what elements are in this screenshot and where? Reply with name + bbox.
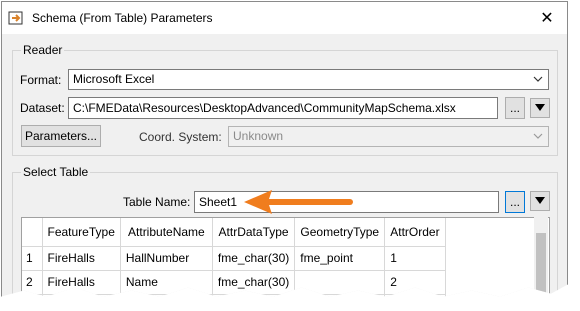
triangle-down-icon [535,197,545,204]
cell-attributename[interactable] [120,294,213,297]
table-row[interactable]: 1 FireHalls HallNumber fme_char(30) fme_… [22,246,446,271]
table-name-value: Sheet1 [199,195,238,209]
coord-system-select[interactable]: Unknown [228,126,549,147]
orange-arrow-annotation [244,190,353,214]
parameters-button-label: Parameters... [24,129,98,143]
format-select[interactable]: Microsoft Excel [68,69,549,90]
table-row[interactable]: 2 FireHalls Name fme_char(30) 2 [22,270,446,295]
column-header-attributename[interactable]: AttributeName [120,218,213,247]
header-corner [22,218,43,247]
table-browse-label: ... [509,195,520,209]
cell-geometrytype[interactable] [294,270,386,295]
arrow-head [244,190,272,214]
dataset-label: Dataset: [20,101,65,115]
row-number: 2 [22,270,43,295]
table-header-row: FeatureType AttributeName AttrDataType G… [22,218,446,247]
cell-attrorder[interactable]: 1 [384,246,446,271]
close-icon: ✕ [540,10,554,27]
title-bar: Schema (From Table) Parameters ✕ [2,2,567,34]
chevron-down-icon [533,76,543,82]
row-number [22,294,43,297]
column-header-attrdatatype[interactable]: AttrDataType [212,218,296,247]
row-number: 1 [22,246,43,271]
reader-group-title: Reader [21,43,65,57]
cell-attributename[interactable]: Name [120,270,213,295]
table-name-label: Table Name: [123,195,191,209]
table-browse-button[interactable]: ... [505,191,525,213]
cell-attrorder[interactable]: 2 [384,270,446,295]
dataset-field[interactable]: C:\FMEData\Resources\DesktopAdvanced\Com… [68,97,498,119]
coord-system-value: Unknown [233,129,284,143]
cell-attrdatatype[interactable] [212,294,296,297]
cell-attributename[interactable]: HallNumber [120,246,213,271]
dataset-value: C:\FMEData\Resources\DesktopAdvanced\Com… [73,101,456,115]
schema-parameters-dialog: Schema (From Table) Parameters ✕ Reader … [1,1,568,297]
dataset-browse-label: ... [509,101,520,115]
chevron-down-icon [533,133,543,139]
table-row[interactable] [22,294,446,297]
scrollbar-thumb[interactable] [536,233,546,293]
dataset-browse-button[interactable]: ... [505,97,525,119]
format-label: Format: [20,73,62,87]
fme-app-icon [8,11,23,25]
cell-attrorder[interactable] [384,294,446,297]
cell-geometrytype[interactable] [294,294,386,297]
table-options-button[interactable] [530,191,550,211]
cell-attrdatatype[interactable]: fme_char(30) [212,246,296,271]
triangle-down-icon [535,104,545,111]
coord-system-label: Coord. System: [139,130,222,144]
column-header-featuretype[interactable]: FeatureType [42,218,121,247]
schema-table: FeatureType AttributeName AttrDataType G… [21,217,550,297]
cell-featuretype[interactable]: FireHalls [42,246,121,271]
cell-featuretype[interactable]: FireHalls [42,270,121,295]
cell-attrdatatype[interactable]: fme_char(30) [212,270,296,295]
cell-featuretype[interactable] [42,294,121,297]
select-table-group-title: Select Table [21,165,91,179]
close-button[interactable]: ✕ [533,6,561,30]
column-header-geometrytype[interactable]: GeometryType [294,218,386,247]
column-header-attrorder[interactable]: AttrOrder [384,218,446,247]
format-value: Microsoft Excel [73,72,155,86]
cell-geometrytype[interactable]: fme_point [294,246,386,271]
window-title: Schema (From Table) Parameters [32,11,213,25]
dataset-options-button[interactable] [530,98,550,118]
table-scrollbar[interactable] [534,217,548,297]
parameters-button[interactable]: Parameters... [21,125,101,147]
